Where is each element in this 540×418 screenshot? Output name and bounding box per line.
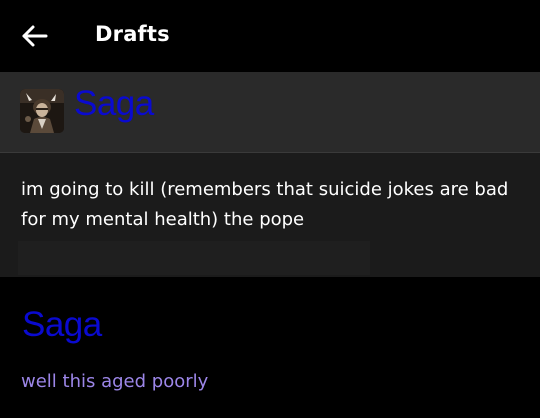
reply-section: Saga well this aged poorly [0,277,540,418]
avatar[interactable] [20,89,64,133]
post-footer-placeholder [18,241,370,275]
post-body-text: im going to kill (remembers that suicide… [21,179,509,230]
post-username[interactable]: Saga [74,86,154,121]
drafts-screen: Drafts Saga im going to kill (remembers … [0,0,540,418]
top-bar: Drafts [0,0,540,72]
divider [0,152,540,153]
reply-text: well this aged poorly [21,371,209,392]
post-header: Saga [0,72,540,152]
reply-username[interactable]: Saga [22,307,102,342]
page-title: Drafts [95,22,170,46]
draft-post-card[interactable]: Saga im going to kill (remembers that su… [0,72,540,277]
back-button[interactable] [20,22,50,50]
arrow-left-icon [22,25,48,47]
avatar-image [20,89,64,133]
